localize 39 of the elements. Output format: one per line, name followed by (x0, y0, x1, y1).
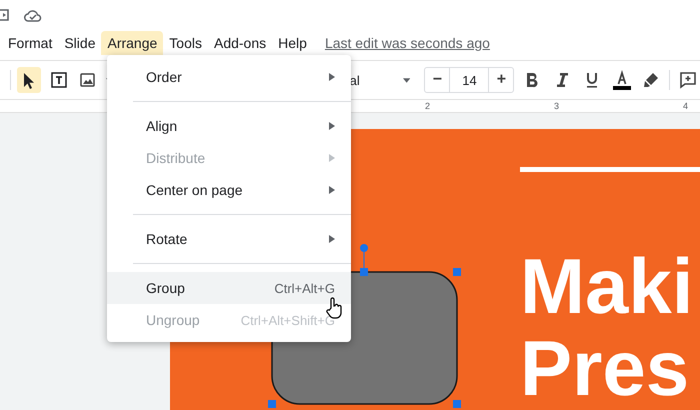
shortcut-text: Ctrl+Alt+Shift+G (240, 312, 335, 328)
menu-bar-item[interactable]: Help (272, 31, 313, 55)
menu-item-label: Ungroup (146, 312, 201, 328)
slide-title-line: Maki (520, 247, 694, 325)
pointer-icon[interactable] (16, 67, 41, 93)
resize-handle[interactable] (453, 400, 461, 408)
rotate-handle[interactable] (360, 244, 368, 252)
ruler-number: 3 (554, 101, 560, 111)
shortcut-text: Ctrl+Alt+G (274, 280, 335, 296)
resize-handle[interactable] (453, 268, 461, 276)
slides-icon[interactable] (0, 8, 10, 22)
menu-item-label: Order (146, 69, 183, 85)
menu-bar-item[interactable]: Arrange (101, 31, 164, 55)
menu-item-label: Align (146, 118, 178, 134)
decrease-size-button[interactable]: − (425, 68, 450, 92)
menu-bar-item[interactable]: Slide (58, 31, 102, 55)
caret-icon[interactable] (403, 78, 410, 82)
menu-item-label: Center on page (146, 182, 244, 198)
cloud-check-icon[interactable] (24, 8, 42, 22)
menu-bar-item[interactable]: Format (2, 31, 58, 55)
menu-bar-item[interactable]: Add-ons (208, 31, 272, 55)
menu-item-label: Group (146, 280, 186, 296)
resize-handle[interactable] (268, 400, 276, 408)
menu-item[interactable]: Group Ctrl+Alt+G (107, 272, 351, 304)
slide-title-line: Pres (520, 329, 690, 407)
menu-item-label: Distribute (146, 150, 206, 166)
menu-item[interactable]: Order (107, 61, 351, 93)
resize-handle[interactable] (360, 268, 368, 276)
font-size-field[interactable]: 14 (449, 68, 490, 92)
menu-item-label: Rotate (146, 231, 188, 247)
ruler-number: 2 (425, 101, 430, 111)
font-size-control[interactable]: − 14 + (424, 67, 514, 93)
menu-item[interactable]: Align (107, 110, 351, 142)
last-edit-link[interactable]: Last edit was seconds ago (324, 35, 490, 51)
menu-bar-item[interactable]: Tools (163, 31, 208, 55)
menu-item[interactable]: Rotate (107, 223, 351, 255)
menu-item[interactable]: Center on page (107, 174, 351, 206)
increase-size-button[interactable]: + (489, 68, 514, 92)
ruler-number: 4 (683, 101, 688, 111)
